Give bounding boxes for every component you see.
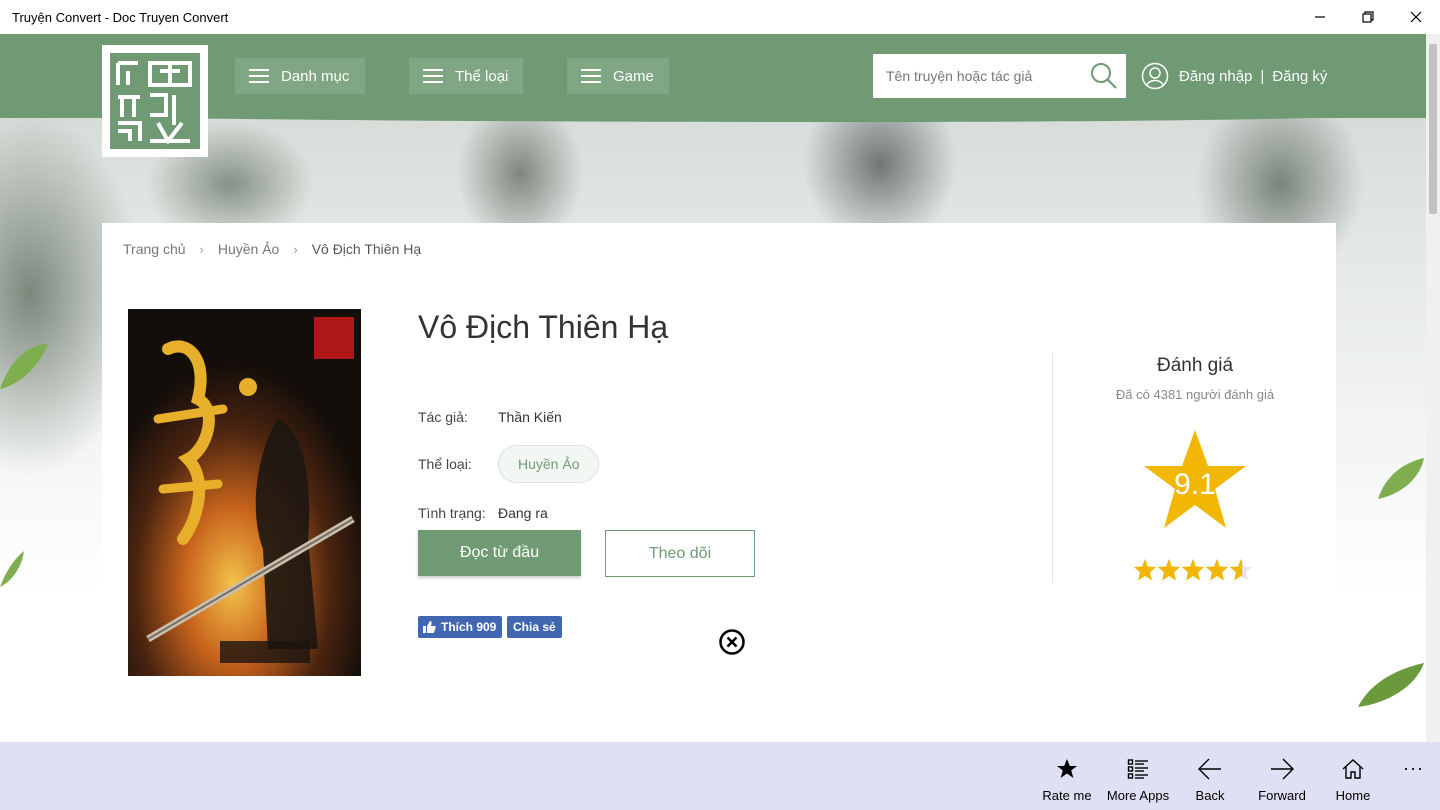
nav-the-loai[interactable]: Thể loại — [409, 58, 523, 94]
book-detail-card: Trang chủ › Huyền Ảo › Vô Địch Thiên Hạ — [102, 223, 1336, 742]
rating-score-badge: 9.1 — [1142, 428, 1248, 532]
author-row: Tác giả: Thần Kiến — [418, 409, 562, 425]
follow-button[interactable]: Theo dõi — [605, 530, 755, 577]
status-label: Tình trạng: — [418, 505, 486, 521]
hamburger-icon — [249, 69, 269, 83]
list-icon — [1127, 759, 1148, 779]
rating-star-icon[interactable] — [1205, 558, 1229, 582]
rating-score: 9.1 — [1174, 468, 1216, 501]
minimize-button[interactable] — [1296, 0, 1344, 34]
rate-me-button[interactable]: Rate me — [1031, 742, 1103, 810]
author-value[interactable]: Thần Kiến — [498, 409, 562, 425]
breadcrumb-home[interactable]: Trang chủ — [123, 241, 186, 257]
back-button[interactable]: Back — [1174, 742, 1246, 810]
leaf-decoration-icon — [1378, 458, 1424, 499]
logo-glyph-icon — [116, 61, 192, 145]
user-icon — [1141, 62, 1169, 90]
rating-divider — [1052, 353, 1053, 583]
status-row: Tình trạng: Đang ra — [418, 505, 548, 521]
nav-danh-muc[interactable]: Danh mục — [235, 58, 365, 94]
home-label: Home — [1335, 788, 1371, 803]
restore-button[interactable] — [1344, 0, 1392, 34]
facebook-like-button[interactable]: Thích 909 — [418, 616, 503, 638]
hamburger-icon — [581, 69, 601, 83]
hamburger-icon — [423, 69, 443, 83]
nav-label: Danh mục — [281, 67, 350, 85]
home-icon — [1342, 759, 1364, 779]
window-controls — [1296, 0, 1440, 34]
login-link[interactable]: Đăng nhập — [1179, 68, 1252, 85]
chevron-right-icon: › — [199, 241, 204, 257]
site-logo[interactable] — [102, 45, 208, 157]
breadcrumb-category[interactable]: Huyền Ảo — [218, 241, 279, 257]
auth-separator: | — [1260, 67, 1265, 85]
logo-mark — [110, 53, 200, 149]
breadcrumb-current: Vô Địch Thiên Hạ — [311, 241, 422, 257]
book-cover-image — [128, 309, 361, 676]
rating-star-icon[interactable] — [1181, 558, 1205, 582]
more-apps-button[interactable]: More Apps — [1102, 742, 1174, 810]
rating-star-icon[interactable] — [1229, 558, 1253, 582]
arrow-right-icon — [1271, 758, 1294, 780]
web-content: Danh mục Thể loại Game Đăng nhập | Đăng … — [0, 34, 1426, 742]
star-icon — [1057, 759, 1077, 778]
genre-tag[interactable]: Huyền Ảo — [498, 445, 600, 483]
chevron-right-icon: › — [293, 241, 298, 257]
rating-star-icon[interactable] — [1133, 558, 1157, 582]
close-circle-icon[interactable] — [719, 629, 745, 655]
leaf-decoration-icon — [0, 551, 24, 587]
close-icon — [1410, 11, 1422, 23]
arrow-left-icon — [1198, 758, 1221, 780]
read-from-start-button[interactable]: Đọc từ đầu — [418, 530, 581, 576]
breadcrumb: Trang chủ › Huyền Ảo › Vô Địch Thiên Hạ — [123, 241, 421, 257]
close-window-button[interactable] — [1392, 0, 1440, 34]
star-rating-row[interactable] — [1133, 558, 1253, 582]
forward-label: Forward — [1258, 788, 1306, 803]
leaf-decoration-icon — [0, 344, 48, 389]
search-input[interactable] — [886, 68, 1081, 84]
thumbs-up-icon — [423, 621, 436, 633]
scrollbar-thumb[interactable] — [1429, 44, 1437, 214]
restore-icon — [1362, 11, 1374, 23]
search-box — [873, 54, 1126, 98]
like-label: Thích 909 — [441, 620, 497, 634]
minimize-icon — [1315, 16, 1325, 18]
vertical-scrollbar[interactable] — [1426, 34, 1440, 742]
status-value: Đang ra — [498, 505, 548, 521]
home-button[interactable]: Home — [1317, 742, 1389, 810]
rating-star-icon[interactable] — [1157, 558, 1181, 582]
book-cover-art — [128, 309, 361, 676]
leaf-decoration-icon — [1358, 663, 1424, 707]
facebook-share-button[interactable]: Chia sẻ — [507, 616, 562, 638]
rating-count: Đã có 4381 người đánh giá — [1115, 387, 1275, 402]
rate-me-label: Rate me — [1042, 788, 1092, 803]
nav-label: Game — [613, 67, 654, 85]
nav-label: Thể loại — [455, 67, 509, 85]
forward-button[interactable]: Forward — [1246, 742, 1318, 810]
rating-title: Đánh giá — [1156, 355, 1234, 376]
app-command-bar: Rate me More Apps Back Forward Home ··· — [0, 742, 1440, 810]
register-link[interactable]: Đăng ký — [1272, 68, 1327, 85]
back-label: Back — [1195, 788, 1225, 803]
window-titlebar: Truyện Convert - Doc Truyen Convert — [0, 0, 1440, 34]
author-label: Tác giả: — [418, 409, 468, 425]
more-options-button[interactable]: ··· — [1403, 758, 1424, 779]
more-apps-label: More Apps — [1106, 788, 1170, 803]
window-title: Truyện Convert - Doc Truyen Convert — [12, 9, 229, 25]
book-title: Vô Địch Thiên Hạ — [418, 309, 669, 345]
search-icon[interactable] — [1090, 62, 1118, 90]
genre-row: Thể loại: Huyền Ảo — [418, 445, 600, 483]
user-auth: Đăng nhập | Đăng ký — [1141, 60, 1327, 92]
nav-game[interactable]: Game — [567, 58, 669, 94]
genre-label: Thể loại: — [418, 456, 472, 472]
